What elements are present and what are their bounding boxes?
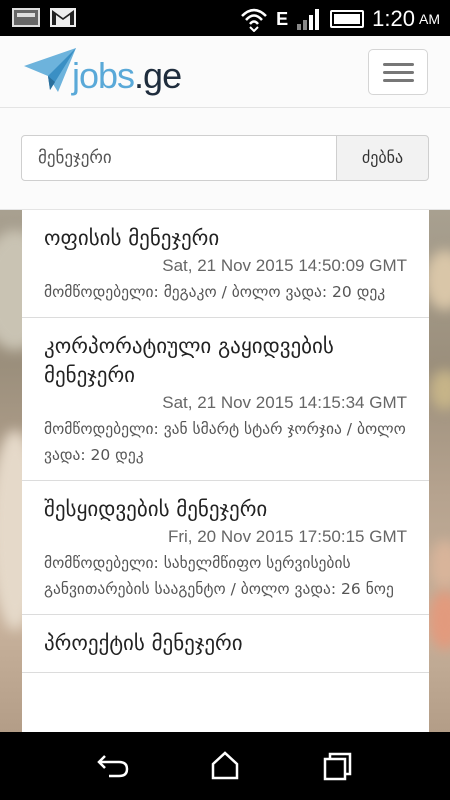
recent-apps-icon[interactable] xyxy=(317,748,357,784)
job-title[interactable]: კორპორატიული გაყიდვების მენეჯერი xyxy=(44,332,407,390)
search-button[interactable]: ძებნა xyxy=(336,135,429,181)
paper-plane-icon xyxy=(24,48,76,92)
job-meta: მომწოდებელი: სახელმწიფო სერვისების განვი… xyxy=(44,554,394,598)
clock-time: 1:20 xyxy=(372,6,415,31)
job-item[interactable]: კორპორატიული გაყიდვების მენეჯერი Sat, 21… xyxy=(22,318,429,481)
job-item[interactable]: ოფისის მენეჯერი Sat, 21 Nov 2015 14:50:0… xyxy=(22,210,429,318)
hamburger-icon xyxy=(383,63,414,66)
job-title[interactable]: ოფისის მენეჯერი xyxy=(44,224,407,253)
jobs-ge-logo[interactable]: jobs.ge xyxy=(22,46,182,96)
job-item[interactable]: პროექტის მენეჯერი xyxy=(22,615,429,673)
job-date: Sat, 21 Nov 2015 14:15:34 GMT xyxy=(162,393,407,412)
network-type: E xyxy=(276,8,289,29)
back-icon[interactable] xyxy=(93,748,133,784)
image-icon xyxy=(12,8,40,27)
job-item[interactable]: შესყიდვების მენეჯერი Fri, 20 Nov 2015 17… xyxy=(22,481,429,615)
site-header: jobs.ge xyxy=(0,36,450,108)
gmail-icon xyxy=(50,8,76,27)
search-bar: მენეჯერი ძებნა xyxy=(0,108,450,210)
navigation-bar xyxy=(0,732,450,800)
home-icon[interactable] xyxy=(205,748,245,784)
job-meta: მომწოდებელი: ვან სმარტ სტარ ჯორჯია / ბოლ… xyxy=(44,420,406,464)
logo-text-ge: .ge xyxy=(134,55,182,96)
menu-button[interactable] xyxy=(368,49,428,95)
wifi-icon xyxy=(241,8,268,32)
job-date: Fri, 20 Nov 2015 17:50:15 GMT xyxy=(167,527,407,546)
job-list: ოფისის მენეჯერი Sat, 21 Nov 2015 14:50:0… xyxy=(22,210,429,732)
job-title[interactable]: შესყიდვების მენეჯერი xyxy=(44,495,407,524)
logo-text-jobs: jobs xyxy=(72,55,135,96)
signal-icon xyxy=(297,9,320,30)
job-date: Sat, 21 Nov 2015 14:50:09 GMT xyxy=(162,256,407,275)
search-input[interactable]: მენეჯერი xyxy=(21,135,337,181)
job-title[interactable]: პროექტის მენეჯერი xyxy=(44,629,407,658)
clock-ampm: AM xyxy=(419,11,440,27)
battery-icon xyxy=(330,10,365,28)
job-meta: მომწოდებელი: მეგაკო / ბოლო ვადა: 20 დეკ xyxy=(44,283,386,301)
status-bar: E 1:20 AM xyxy=(0,0,450,36)
